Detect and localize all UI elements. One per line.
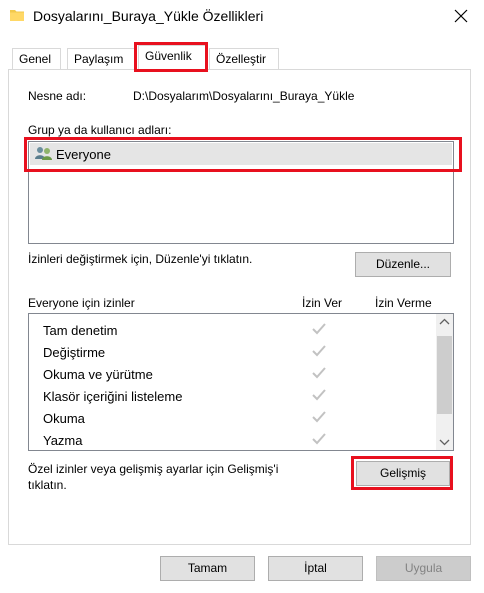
edit-button[interactable]: Düzenle...	[355, 252, 451, 277]
advanced-button[interactable]: Gelişmiş	[356, 461, 450, 486]
scroll-down-button[interactable]	[436, 433, 453, 450]
advanced-hint-line2: tıklatın.	[28, 478, 67, 492]
permission-row: Değiştirme	[29, 341, 435, 363]
users-icon	[35, 147, 52, 160]
permission-name: Okuma	[43, 411, 85, 426]
close-button[interactable]	[438, 0, 484, 32]
advanced-hint-line1: Özel izinler veya gelişmiş ayarlar için …	[28, 462, 279, 476]
object-name-label: Nesne adı:	[28, 89, 87, 103]
apply-button[interactable]: Uygula	[376, 556, 471, 581]
permissions-title: Everyone için izinler	[28, 296, 135, 310]
permission-name: Tam denetim	[43, 323, 118, 338]
permission-row: Klasör içeriğini listeleme	[29, 385, 435, 407]
tab-paylasim[interactable]: Paylaşım	[67, 48, 136, 70]
allow-check-icon	[312, 345, 326, 357]
list-item-everyone[interactable]: Everyone	[30, 143, 452, 165]
permission-row: Yazma	[29, 429, 435, 450]
permission-name: Yazma	[43, 433, 83, 448]
permission-row: Okuma ve yürütme	[29, 363, 435, 385]
allow-check-icon	[312, 433, 326, 445]
permissions-scrollbar[interactable]	[436, 314, 453, 450]
close-icon	[454, 9, 468, 23]
groups-label: Grup ya da kullanıcı adları:	[28, 123, 172, 137]
permission-row: Okuma	[29, 407, 435, 429]
cancel-button[interactable]: İptal	[268, 556, 363, 581]
chevron-down-icon	[439, 439, 450, 446]
permissions-list[interactable]: Tam denetim Değiştirme Okuma ve yürütme …	[28, 313, 454, 451]
allow-check-icon	[312, 323, 326, 335]
tab-guvenlik[interactable]: Güvenlik	[138, 45, 206, 70]
tab-ozellestir[interactable]: Özelleştir	[209, 48, 279, 70]
permission-name: Okuma ve yürütme	[43, 367, 153, 382]
groups-listbox[interactable]: Everyone	[28, 141, 454, 244]
scroll-up-button[interactable]	[436, 314, 453, 331]
title-bar: Dosyalarını_Buraya_Yükle Özellikleri	[0, 0, 484, 32]
tab-genel[interactable]: Genel	[12, 48, 61, 70]
allow-check-icon	[312, 411, 326, 423]
chevron-up-icon	[439, 318, 450, 325]
list-item-label: Everyone	[56, 147, 111, 162]
edit-hint: İzinleri değiştirmek için, Düzenle'yi tı…	[28, 252, 253, 266]
allow-check-icon	[312, 367, 326, 379]
deny-column-header: İzin Verme	[375, 296, 432, 310]
scroll-thumb[interactable]	[437, 336, 452, 414]
permission-row: Tam denetim	[29, 319, 435, 341]
permission-name: Değiştirme	[43, 345, 106, 360]
folder-icon	[10, 10, 24, 21]
allow-check-icon	[312, 389, 326, 401]
ok-button[interactable]: Tamam	[160, 556, 255, 581]
window-title: Dosyalarını_Buraya_Yükle Özellikleri	[33, 8, 264, 24]
object-name-value: D:\Dosyalarım\Dosyalarını_Buraya_Yükle	[133, 89, 355, 103]
allow-column-header: İzin Ver	[302, 296, 343, 310]
permission-name: Klasör içeriğini listeleme	[43, 389, 183, 404]
